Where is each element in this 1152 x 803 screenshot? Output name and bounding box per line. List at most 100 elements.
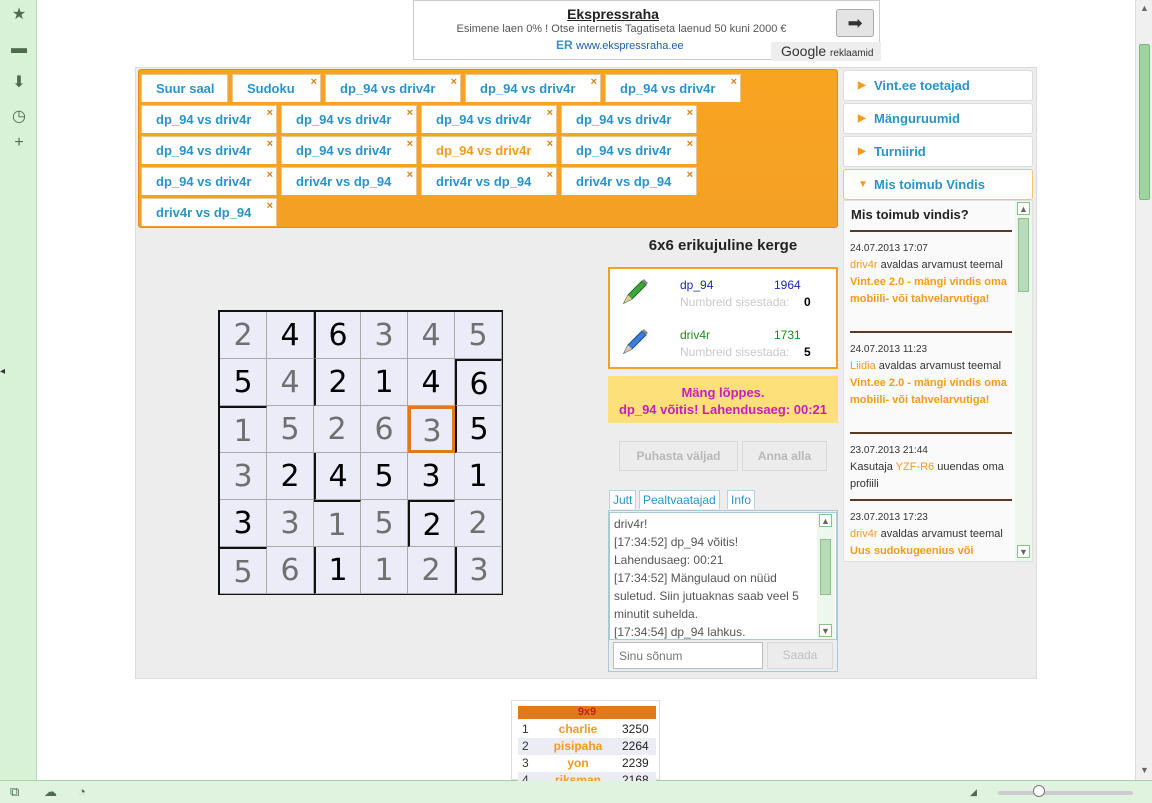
news-user[interactable]: YZF-R6	[896, 461, 935, 473]
news-topic[interactable]: Vint.ee 2.0 - mängi vindis oma mobiili- …	[850, 276, 1007, 305]
tab-game[interactable]: dp_94 vs driv4r ×	[561, 105, 697, 133]
sudoku-cell[interactable]: 1	[220, 406, 267, 453]
sudoku-cell[interactable]: 5	[220, 359, 267, 406]
sudoku-cell[interactable]: 5	[361, 500, 408, 547]
star-icon[interactable]: ★	[9, 5, 29, 25]
tab-game[interactable]: dp_94 vs driv4r ×	[281, 136, 417, 164]
close-icon[interactable]: ×	[267, 99, 273, 127]
sudoku-cell[interactable]: 2	[314, 359, 361, 406]
close-icon[interactable]: ×	[547, 99, 553, 127]
sudoku-cell[interactable]: 3	[220, 453, 267, 500]
chat-tab-info[interactable]: Info	[727, 490, 756, 509]
news-topic[interactable]: Vint.ee 2.0 - mängi vindis oma mobiili- …	[850, 377, 1007, 406]
tab-game[interactable]: dp_94 vs driv4r ×	[325, 74, 461, 102]
tab-game[interactable]: driv4r vs dp_94 ×	[561, 167, 697, 195]
scroll-thumb[interactable]	[1139, 44, 1150, 200]
sudoku-cell[interactable]: 6	[314, 312, 361, 359]
speed-icon[interactable]: ◔	[78, 784, 86, 799]
news-scrollbar[interactable]: ▲ ▼	[1015, 201, 1032, 561]
close-icon[interactable]: ×	[687, 130, 693, 158]
player2-name[interactable]: driv4r	[680, 328, 710, 342]
sudoku-cell[interactable]: 5	[455, 406, 502, 453]
close-icon[interactable]: ×	[591, 68, 597, 96]
tab-game[interactable]: dp_94 vs driv4r ×	[421, 136, 557, 164]
history-icon[interactable]: ◷	[9, 107, 29, 127]
news-user[interactable]: driv4r	[850, 528, 878, 540]
sudoku-cell[interactable]: 3	[267, 500, 314, 547]
sudoku-cell[interactable]: 5	[267, 406, 314, 453]
chat-tab-jutt[interactable]: Jutt	[609, 490, 637, 509]
player-name[interactable]: riksman	[538, 772, 618, 781]
news-user[interactable]: Liidia	[850, 360, 876, 372]
sudoku-cell[interactable]: 1	[314, 547, 361, 594]
sudoku-cell[interactable]: 4	[267, 312, 314, 359]
give-up-button[interactable]: Anna alla	[742, 441, 827, 471]
download-icon[interactable]: ⬇	[9, 73, 29, 93]
accordion-supporters[interactable]: ▶ Vint.ee toetajad	[843, 70, 1033, 101]
scroll-up-icon[interactable]: ▲	[1138, 2, 1151, 15]
close-icon[interactable]: ×	[407, 130, 413, 158]
sudoku-cell[interactable]: 3	[361, 312, 408, 359]
news-scroll-up-icon[interactable]: ▲	[1017, 202, 1030, 215]
note-icon[interactable]: ▬	[9, 39, 29, 59]
close-icon[interactable]: ×	[731, 68, 737, 96]
sudoku-cell[interactable]: 1	[455, 453, 502, 500]
clear-fields-button[interactable]: Puhasta väljad	[619, 441, 738, 471]
close-icon[interactable]: ×	[311, 68, 317, 96]
tab-game[interactable]: dp_94 vs driv4r ×	[465, 74, 601, 102]
close-icon[interactable]: ×	[547, 161, 553, 189]
chat-scroll-up-icon[interactable]: ▲	[819, 514, 832, 527]
chat-scroll-thumb[interactable]	[820, 539, 831, 595]
sudoku-cell[interactable]: 2	[267, 453, 314, 500]
sudoku-cell[interactable]: 2	[455, 500, 502, 547]
cloud-icon[interactable]: ☁	[44, 784, 57, 800]
player1-name[interactable]: dp_94	[680, 278, 713, 292]
close-icon[interactable]: ×	[407, 161, 413, 189]
tab-game[interactable]: dp_94 vs driv4r ×	[605, 74, 741, 102]
sudoku-cell[interactable]: 2	[220, 312, 267, 359]
close-icon[interactable]: ×	[451, 68, 457, 96]
close-icon[interactable]: ×	[687, 161, 693, 189]
chat-tab-spectators[interactable]: Pealtvaatajad	[639, 490, 720, 509]
ad-title[interactable]: Ekspressraha	[414, 6, 812, 22]
tab-game[interactable]: driv4r vs dp_94 ×	[421, 167, 557, 195]
zoom-out-icon[interactable]: ◢	[970, 787, 977, 798]
sudoku-cell[interactable]: 3	[455, 547, 502, 594]
player-name[interactable]: yon	[538, 755, 618, 772]
sudoku-cell[interactable]: 5	[361, 453, 408, 500]
google-ads-label[interactable]: Google reklaamid	[771, 42, 881, 61]
tab-main-hall[interactable]: Suur saal	[141, 74, 228, 102]
tab-game[interactable]: dp_94 vs driv4r ×	[141, 105, 277, 133]
chat-message-input[interactable]	[613, 642, 763, 669]
sudoku-cell[interactable]: 3	[220, 500, 267, 547]
close-icon[interactable]: ×	[267, 161, 273, 189]
sudoku-cell[interactable]: 3	[408, 406, 455, 453]
sudoku-cell[interactable]: 1	[361, 359, 408, 406]
sudoku-cell[interactable]: 5	[220, 547, 267, 594]
close-icon[interactable]: ×	[687, 99, 693, 127]
add-icon[interactable]: +	[9, 133, 29, 153]
sudoku-cell[interactable]: 3	[408, 453, 455, 500]
chat-log[interactable]: driv4r! [17:34:52] dp_94 võitis! Lahendu…	[609, 512, 837, 640]
news-user[interactable]: driv4r	[850, 259, 878, 271]
tab-game[interactable]: dp_94 vs driv4r ×	[281, 105, 417, 133]
sudoku-cell[interactable]: 6	[361, 406, 408, 453]
news-topic[interactable]: Uus sudokugeenius või	[850, 545, 973, 557]
collapse-arrow-icon[interactable]: ◂	[0, 366, 6, 377]
close-icon[interactable]: ×	[547, 130, 553, 158]
scroll-down-icon[interactable]: ▼	[1138, 764, 1151, 777]
tab-game[interactable]: dp_94 vs driv4r ×	[561, 136, 697, 164]
screen-icon[interactable]: ⧉	[10, 784, 19, 800]
zoom-slider[interactable]	[998, 791, 1133, 795]
ad-url[interactable]: www.ekspressraha.ee	[576, 40, 684, 52]
sudoku-cell[interactable]: 2	[314, 406, 361, 453]
sudoku-cell[interactable]: 2	[408, 500, 455, 547]
news-scroll-down-icon[interactable]: ▼	[1017, 545, 1030, 558]
accordion-news[interactable]: ▼ Mis toimub Vindis	[843, 169, 1033, 200]
sudoku-cell[interactable]: 6	[455, 359, 502, 406]
news-scroll-thumb[interactable]	[1018, 218, 1029, 292]
send-button[interactable]: Saada	[767, 642, 833, 669]
close-icon[interactable]: ×	[267, 130, 273, 158]
close-icon[interactable]: ×	[407, 99, 413, 127]
tab-game[interactable]: driv4r vs dp_94 ×	[141, 198, 277, 226]
